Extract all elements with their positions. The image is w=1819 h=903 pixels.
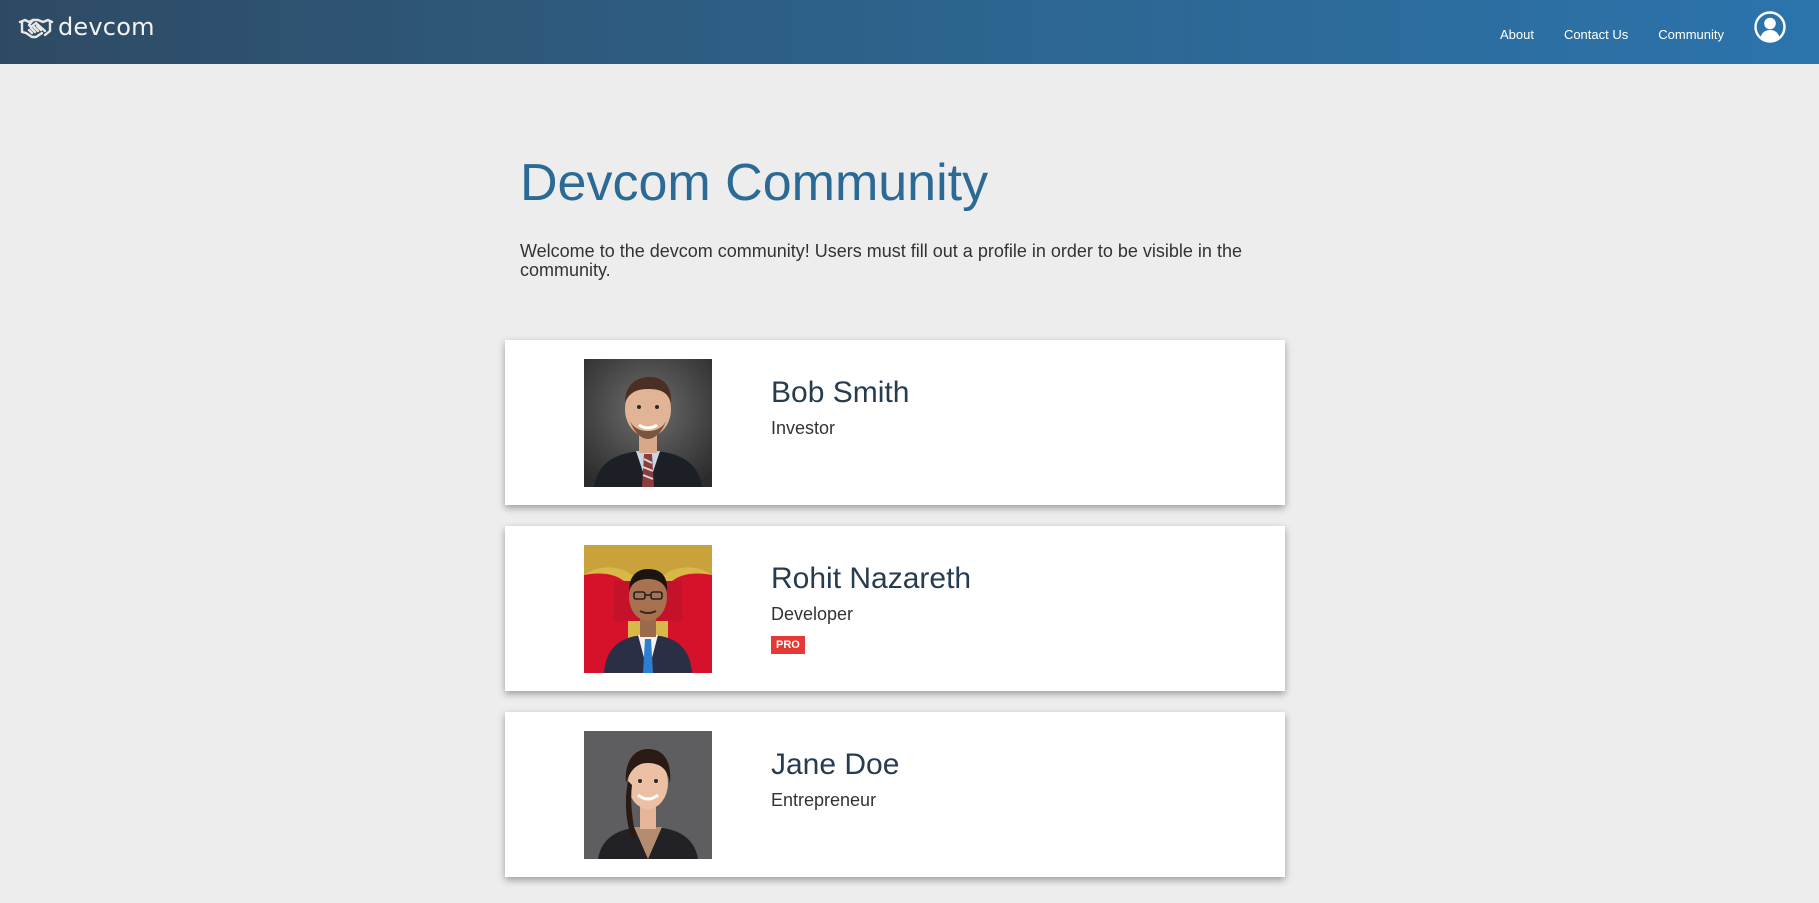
handshake-icon [18, 18, 54, 39]
pro-badge: PRO [771, 636, 805, 655]
profile-info: Bob Smith Investor [771, 376, 909, 439]
navbar: devcom About Contact Us Community [0, 0, 1819, 64]
main-content: Devcom Community Welcome to the devcom c… [505, 64, 1285, 898]
brand-link[interactable]: devcom [18, 12, 155, 42]
profile-name[interactable]: Jane Doe [771, 748, 899, 782]
nav-link-contact-us[interactable]: Contact Us [1564, 23, 1628, 42]
profile-info: Jane Doe Entrepreneur [771, 748, 899, 811]
profile-card: Rohit Nazareth Developer PRO [505, 526, 1285, 692]
profile-photo [584, 359, 712, 488]
page-title: Devcom Community [520, 154, 989, 212]
profile-list: Bob Smith Investor Rohit Nazareth Develo… [505, 340, 1285, 878]
account-button[interactable] [1754, 11, 1786, 43]
brand-name: devcom [58, 13, 155, 41]
profile-card: Bob Smith Investor [505, 340, 1285, 506]
profile-photo [584, 545, 712, 674]
profile-photo-image [584, 731, 712, 860]
profile-role: Developer [771, 604, 854, 625]
profile-card: Jane Doe Entrepreneur [505, 712, 1285, 878]
profile-photo-image [584, 545, 712, 674]
nav-links: About Contact Us Community [1500, 0, 1819, 64]
user-circle-icon [1754, 11, 1786, 43]
profile-name[interactable]: Rohit Nazareth [771, 562, 971, 596]
profile-role: Entrepreneur [771, 790, 877, 811]
page-description: Welcome to the devcom community! Users m… [520, 241, 1242, 281]
nav-link-community[interactable]: Community [1658, 23, 1724, 42]
profile-role: Investor [771, 418, 836, 439]
profile-name[interactable]: Bob Smith [771, 376, 909, 410]
profile-photo [584, 731, 712, 860]
nav-link-about[interactable]: About [1500, 23, 1534, 42]
profile-info: Rohit Nazareth Developer PRO [771, 562, 971, 655]
profile-photo-image [584, 359, 712, 488]
